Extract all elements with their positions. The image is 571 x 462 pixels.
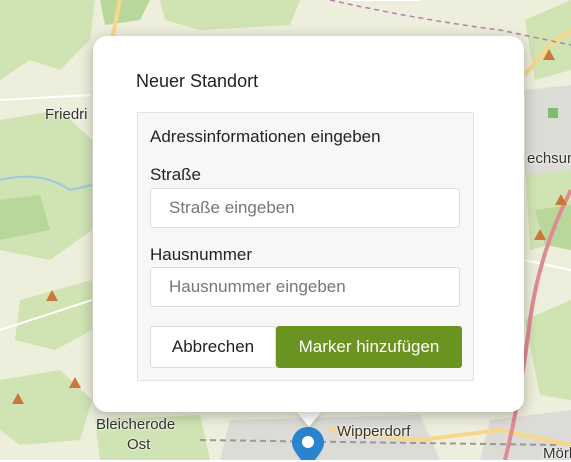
- add-marker-button[interactable]: Marker hinzufügen: [276, 326, 462, 368]
- new-location-popup: Neuer Standort Adressinformationen einge…: [93, 36, 524, 412]
- house-number-input[interactable]: [150, 267, 460, 307]
- popup-tip: [296, 411, 322, 427]
- map-label-bleicherode: Bleicherode: [96, 416, 176, 433]
- map-label-friedri: Friedri: [45, 106, 88, 123]
- map-label-moerba: Mörba: [543, 445, 571, 462]
- popup-title: Neuer Standort: [136, 71, 259, 91]
- map-label-ost: Ost: [127, 436, 151, 453]
- map-marker-icon[interactable]: [288, 425, 328, 460]
- map-label-wipperdorf: Wipperdorf: [337, 423, 411, 440]
- section-title: Adressinformationen eingeben: [150, 127, 381, 146]
- house-number-label: Hausnummer: [150, 245, 253, 264]
- cancel-button[interactable]: Abbrechen: [150, 326, 276, 368]
- map-label-echsun: echsun: [527, 150, 571, 167]
- address-form: Adressinformationen eingeben Straße Haus…: [137, 112, 474, 381]
- building-icon: [548, 108, 558, 118]
- street-input[interactable]: [150, 188, 460, 228]
- street-label: Straße: [150, 165, 202, 184]
